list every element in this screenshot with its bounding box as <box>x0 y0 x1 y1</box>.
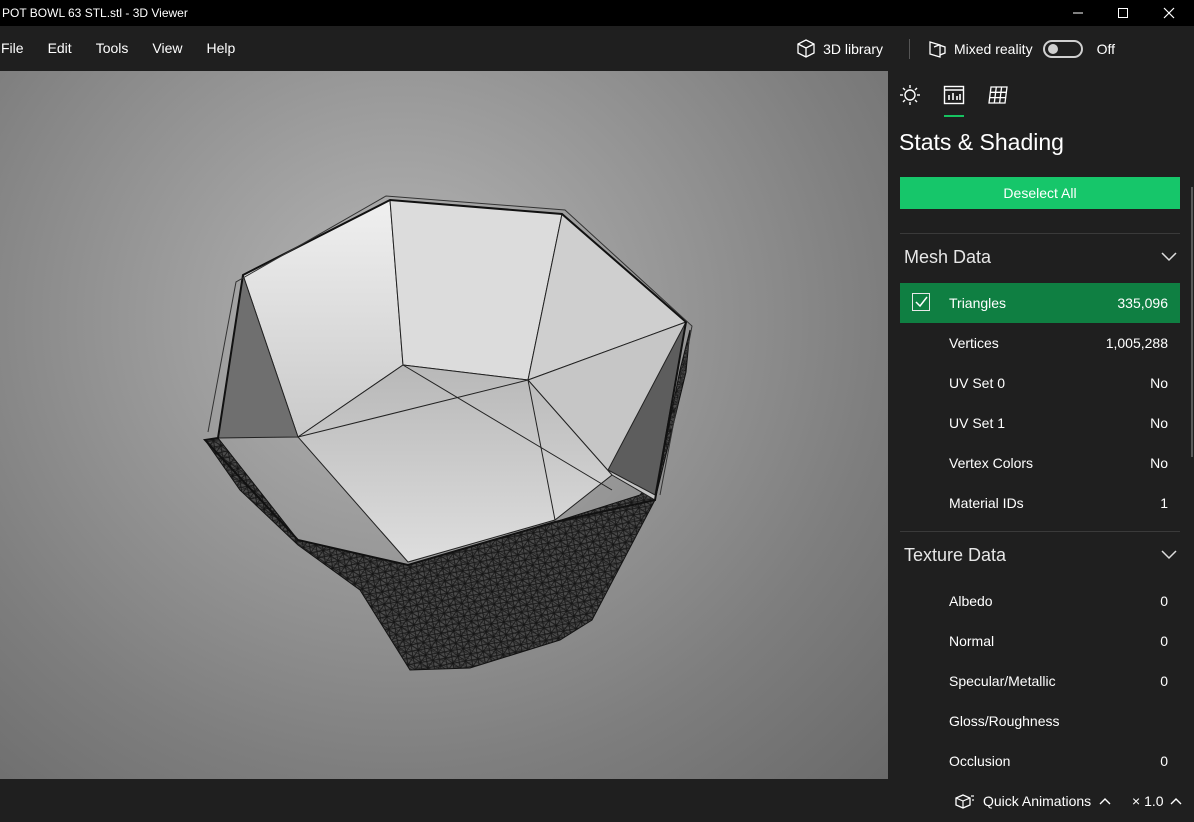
mesh-row-triangles[interactable]: Triangles 335,096 <box>900 283 1180 323</box>
mesh-data-label: Mesh Data <box>904 246 992 267</box>
window-title: POT BOWL 63 STL.stl - 3D Viewer <box>2 6 188 20</box>
chevron-up-icon <box>1099 797 1111 804</box>
chevron-down-icon <box>1161 550 1177 560</box>
menu-file[interactable]: File <box>0 26 36 71</box>
panel-tabs <box>888 71 1194 119</box>
row-label: Triangles <box>949 295 1007 311</box>
row-label: Vertex Colors <box>949 455 1034 471</box>
quick-animations-button[interactable]: Quick Animations <box>955 779 1111 822</box>
row-label: Vertices <box>949 335 999 351</box>
mesh-data-header[interactable]: Mesh Data <box>900 237 1180 277</box>
mesh-row-material-ids[interactable]: Material IDs 1 <box>900 483 1180 523</box>
active-tab-indicator <box>944 115 964 117</box>
menu-tools[interactable]: Tools <box>84 26 141 71</box>
model-viewport[interactable] <box>0 71 888 779</box>
stats-panel: Stats & Shading Deselect All Mesh Data T… <box>888 71 1194 779</box>
title-bar: POT BOWL 63 STL.stl - 3D Viewer <box>0 0 1194 26</box>
mixed-reality-toggle[interactable] <box>1042 39 1083 58</box>
maximize-icon <box>1118 8 1128 18</box>
chevron-up-icon <box>1170 797 1182 804</box>
grid-icon[interactable] <box>986 83 1010 107</box>
animation-icon <box>955 793 974 809</box>
row-value: No <box>1150 375 1168 391</box>
status-bar: Quick Animations × 1.0 <box>0 779 1194 822</box>
row-label: Specular/Metallic <box>949 673 1056 689</box>
row-value: No <box>1150 455 1168 471</box>
menu-view[interactable]: View <box>140 26 194 71</box>
mixed-reality-icon <box>929 40 946 58</box>
library-label: 3D library <box>823 40 883 57</box>
row-label: Normal <box>949 633 995 649</box>
menu-bar: File Edit Tools View Help 3D library Mix… <box>0 26 1194 71</box>
sun-icon[interactable] <box>898 83 922 107</box>
checkbox[interactable] <box>912 293 930 311</box>
texture-row-specular-metallic[interactable]: Specular/Metallic 0 <box>900 661 1180 701</box>
maximize-button[interactable] <box>1100 0 1146 26</box>
row-value: 335,096 <box>1117 295 1168 311</box>
close-button[interactable] <box>1146 0 1192 26</box>
texture-data-label: Texture Data <box>904 544 1007 565</box>
stats-icon[interactable] <box>942 83 966 107</box>
row-value: 0 <box>1160 633 1168 649</box>
mesh-row-uv-set-0[interactable]: UV Set 0 No <box>900 363 1180 403</box>
panel-scrollbar[interactable] <box>1191 187 1193 457</box>
bowl-model <box>202 195 693 671</box>
row-value: 1,005,288 <box>1105 335 1168 351</box>
row-value: No <box>1150 415 1168 431</box>
row-value: 0 <box>1160 673 1168 689</box>
mixed-reality-label: Mixed reality <box>953 40 1033 57</box>
panel-title: Stats & Shading <box>899 129 1064 155</box>
divider <box>900 233 1180 234</box>
speed-button[interactable]: × 1.0 <box>1132 779 1182 822</box>
quick-animations-label: Quick Animations <box>983 792 1092 809</box>
deselect-all-button[interactable]: Deselect All <box>900 177 1180 209</box>
row-label: Occlusion <box>949 753 1011 769</box>
cube-icon <box>797 38 815 58</box>
checkmark-icon <box>915 296 928 308</box>
minimize-button[interactable] <box>1055 0 1101 26</box>
mixed-reality-button[interactable]: Mixed reality <box>926 38 1033 60</box>
row-label: Material IDs <box>949 495 1024 511</box>
minimize-icon <box>1073 12 1083 14</box>
mesh-row-vertex-colors[interactable]: Vertex Colors No <box>900 443 1180 483</box>
texture-row-normal[interactable]: Normal 0 <box>900 621 1180 661</box>
texture-row-occlusion[interactable]: Occlusion 0 <box>900 741 1180 779</box>
divider <box>900 531 1180 532</box>
chevron-down-icon <box>1161 252 1177 262</box>
toggle-knob <box>1047 43 1058 54</box>
texture-row-gloss-roughness[interactable]: Gloss/Roughness <box>900 701 1180 741</box>
row-value: 0 <box>1160 593 1168 609</box>
row-label: UV Set 0 <box>949 375 1006 391</box>
menu-right: 3D library Mixed reality Off <box>795 26 1194 71</box>
mesh-row-uv-set-1[interactable]: UV Set 1 No <box>900 403 1180 443</box>
menu-help[interactable]: Help <box>194 26 247 71</box>
close-icon <box>1163 7 1175 19</box>
row-label: Albedo <box>949 593 993 609</box>
row-value: 1 <box>1160 495 1168 511</box>
row-value: 0 <box>1160 753 1168 769</box>
texture-row-albedo[interactable]: Albedo 0 <box>900 581 1180 621</box>
toggle-state: Off <box>1096 40 1115 57</box>
library-button[interactable]: 3D library <box>795 38 883 60</box>
speed-label: × 1.0 <box>1132 792 1164 809</box>
menu-separator <box>908 38 910 59</box>
menu-edit[interactable]: Edit <box>36 26 84 71</box>
texture-data-header[interactable]: Texture Data <box>900 535 1180 575</box>
mesh-row-vertices[interactable]: Vertices 1,005,288 <box>900 323 1180 363</box>
row-label: UV Set 1 <box>949 415 1006 431</box>
row-label: Gloss/Roughness <box>949 713 1060 729</box>
